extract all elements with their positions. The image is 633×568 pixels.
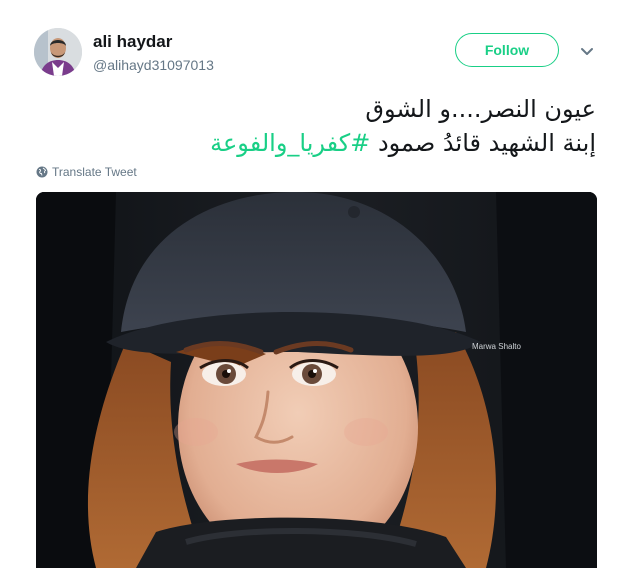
globe-icon [36, 166, 48, 178]
user-handle[interactable]: @alihayd31097013 [93, 57, 214, 73]
hashtag-link[interactable]: #كفريا_والفوعة [210, 129, 370, 157]
user-avatar[interactable] [34, 28, 82, 76]
translate-tweet-link[interactable]: Translate Tweet [36, 165, 137, 179]
chevron-down-icon [581, 48, 593, 55]
user-display-name[interactable]: ali haydar [93, 32, 172, 52]
tweet-text-segment: إبنة الشهيد قائدُ صمود [370, 129, 596, 157]
photo-watermark: Marwa Shalto [472, 342, 521, 351]
person-avatar-icon [34, 28, 82, 76]
tweet-card: ali haydar @alihayd31097013 Follow عيون … [0, 0, 633, 568]
tweet-text-line: عيون النصر....و الشوق [365, 95, 596, 123]
follow-button[interactable]: Follow [455, 33, 559, 67]
tweet-text: عيون النصر....و الشوق إبنة الشهيد قائدُ … [36, 92, 596, 160]
tweet-text-line: إبنة الشهيد قائدُ صمود #كفريا_والفوعة [36, 126, 596, 160]
more-options-button[interactable] [578, 43, 596, 61]
translate-label: Translate Tweet [52, 165, 137, 179]
girl-portrait-image [36, 192, 597, 568]
tweet-photo[interactable]: Marwa Shalto [36, 192, 597, 568]
